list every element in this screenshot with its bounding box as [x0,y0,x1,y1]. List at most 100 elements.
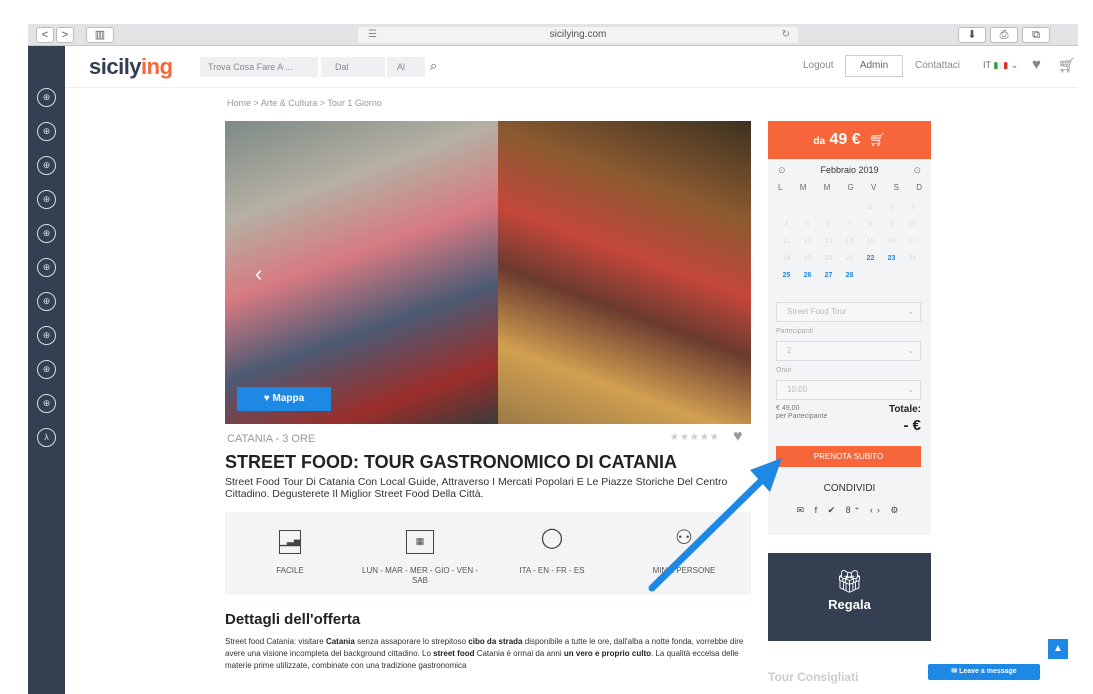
calendar-day [881,267,902,284]
date-from-input[interactable]: Dal [321,57,385,77]
chevron-down-icon: ⌄ [907,307,914,316]
chat-icon: ✉ [951,668,960,675]
rail-icon-events[interactable]: ⊕ [37,394,56,413]
calendar-day[interactable]: 25 [776,267,797,284]
calendar-day: 9 [889,221,894,228]
calendar-day[interactable]: 23 [881,250,902,267]
share-label: CONDIVIDI [823,483,876,494]
participants-select[interactable]: 2 ⌄ [776,341,921,361]
price-header: da 49 € 🛒︎ [768,121,931,159]
book-now-button[interactable]: PRENOTA SUBITO [776,446,921,467]
gallery-prev-icon[interactable]: ‹ [255,261,262,287]
share-icons[interactable]: ✉ f ✔ 8⁺ ‹› ⚙ [768,505,931,516]
calendar-row: 1 2 3 [774,199,926,216]
forward-button[interactable]: > [56,27,74,43]
date-to-input[interactable]: Al [387,57,425,77]
calendar-day: 15 [866,238,875,245]
cart-icon[interactable]: 🛒︎ [1058,57,1076,74]
unit-price: € 49,00 per Partecipante [776,405,828,420]
calendar-day [839,199,860,216]
tour-subtitle: Street Food Tour Di Catania Con Local Gu… [225,476,728,500]
rail-icon-sea[interactable]: ⊕ [37,224,56,243]
map-button[interactable]: ♥ Mappa [237,387,331,411]
calendar-day: 11 [782,238,791,245]
tour-option-select[interactable]: Street Food Tour ⌄ [776,302,921,322]
rail-icon-accessibility[interactable]: λ [37,428,56,447]
feature-difficulty: ▁▃▅ FACILE [225,524,355,576]
feature-group-size: ⚇ MIN 2 PERSONE [619,524,749,576]
hero-image-right [498,121,751,424]
wishlist-icon[interactable]: ♥ [1032,56,1041,73]
leave-message-button[interactable]: ✉ Leave a message [928,664,1040,680]
download-icon[interactable]: ⬇ [958,27,986,43]
calendar-day[interactable]: 27 [818,267,839,284]
reload-icon[interactable]: ↻ [782,27,790,43]
calendar-day: 7 [847,221,852,228]
calendar-row: 4 5 6 7 8 9 10 [774,216,926,233]
weekday-label: M [823,183,831,192]
calendar-day[interactable]: 28 [839,267,860,284]
calendar-icon: ▦ [406,530,434,554]
scroll-top-button[interactable]: ▲ [1048,639,1068,659]
rail-icon-culture[interactable]: ⊕ [37,190,56,209]
rail-icon-food[interactable]: ⊕ [37,122,56,141]
feature-languages: ◯ ITA - EN - FR - ES [487,524,617,576]
weekday-label: S [893,183,899,192]
gift-card[interactable]: 🎁︎ Regala [768,553,931,641]
gift-icon: 🎁︎ [835,569,864,594]
calendar-day: 2 [889,204,894,211]
time-select[interactable]: 10:00 ⌄ [776,380,921,400]
weekday-label: M [799,183,807,192]
search-icon[interactable]: ⌕ [430,58,437,74]
total-label: Totale: [888,404,921,415]
calendar-day: 12 [803,238,812,245]
calendar-day[interactable]: 26 [797,267,818,284]
language-selector[interactable]: IT ▮▮▮ ⌄ [983,60,1018,71]
calendar-next-icon[interactable]: ⊙ [913,165,921,176]
weekday-label: G [847,183,854,192]
add-to-cart-icon[interactable]: 🛒︎ [869,132,886,147]
breadcrumb[interactable]: Home > Arte & Cultura > Tour 1 Giorno [227,98,382,108]
calendar-day [776,199,797,216]
calendar-day: 16 [887,238,896,245]
search-input[interactable]: Trova Cosa Fare A ... [200,57,318,77]
favorite-heart-icon[interactable]: ♥ [733,428,743,446]
rail-icon-mountain[interactable]: ⊕ [37,292,56,311]
calendar-row: 25 26 27 28 [774,267,926,284]
calendar-day[interactable]: 22 [860,250,881,267]
rail-icon-sport[interactable]: ⊕ [37,258,56,277]
rail-icon-tours[interactable]: ⊕ [37,88,56,107]
rail-icon-nature[interactable]: ⊕ [37,156,56,175]
calendar-day [902,267,923,284]
calendar-day: 4 [784,221,789,228]
weekday-label: V [871,183,877,192]
calendar-day: 6 [826,221,831,228]
time-label: Orari [776,367,792,374]
page-title: STREET FOOD: TOUR GASTRONOMICO DI CATANI… [225,452,677,472]
share-icon[interactable]: ⎙ [990,27,1018,43]
calendar-day: 10 [908,221,917,228]
details-text: Street food Catania: visitare Catania se… [225,637,744,670]
site-logo[interactable]: sicilying [89,54,173,80]
hero-gallery[interactable]: ‹ ♥ Mappa [225,121,751,424]
tabs-icon[interactable]: ⧉ [1022,27,1050,43]
admin-button[interactable]: Admin [845,55,903,77]
rail-icon-transport[interactable]: ⊕ [37,360,56,379]
rail-icon-wine[interactable]: ⊕ [37,326,56,345]
logout-link[interactable]: Logout [803,60,834,71]
contact-link[interactable]: Contattaci [915,60,960,71]
site-header: sicilying Trova Cosa Fare A ... Dal Al ⌕… [65,46,1078,88]
browser-toolbar: < > ▥ ☰ sicilying.com ↻ ⬇ ⎙ ⧉ [28,24,1078,46]
address-bar[interactable]: ☰ sicilying.com ↻ [358,27,798,43]
calendar-day: 17 [908,238,917,245]
sidebar-toggle-button[interactable]: ▥ [86,27,114,43]
calendar-grid: 1 2 3 4 5 6 7 8 9 10 11 12 13 14 15 16 17 18 19 20 21 22 23 24 2… [774,199,926,284]
calendar-day: 14 [845,238,854,245]
calendar-day [797,199,818,216]
reader-icon: ☰ [368,29,377,40]
feature-days: ▦ LUN - MAR - MER - GIO - VEN - SAB [355,524,485,586]
calendar-day: 8 [868,221,873,228]
calendar-day [818,199,839,216]
back-button[interactable]: < [36,27,54,43]
calendar-day: 18 [782,255,791,262]
